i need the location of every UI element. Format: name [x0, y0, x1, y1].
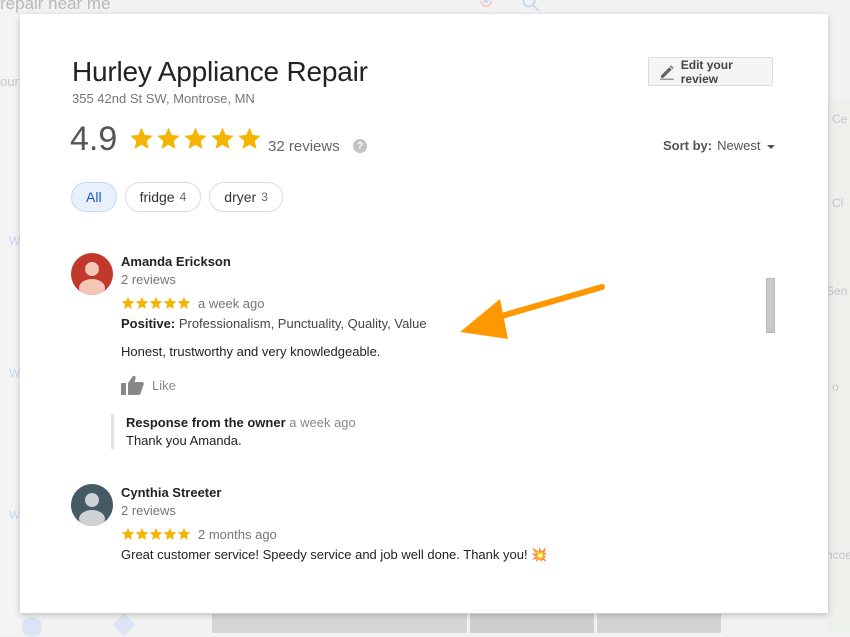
scrollbar-thumb[interactable]: [766, 278, 775, 333]
pencil-icon: [659, 64, 674, 80]
positive-label: Positive:: [121, 316, 176, 331]
star-icon: [238, 127, 261, 149]
star-icon: [121, 296, 135, 309]
star-icon: [163, 296, 177, 309]
rating-stars: [129, 126, 262, 151]
star-icon: [177, 527, 191, 540]
user-avatar-icon: [71, 253, 113, 295]
star-icon: [177, 296, 191, 309]
sort-dropdown[interactable]: Sort by: Newest: [663, 138, 776, 153]
edit-review-button[interactable]: Edit your review: [648, 57, 773, 86]
star-icon: [184, 127, 207, 149]
website-icon: [22, 617, 42, 637]
owner-response-text: Thank you Amanda.: [126, 433, 242, 448]
avatar[interactable]: [71, 484, 113, 526]
sort-label: Sort by:: [663, 138, 713, 153]
star-icon: [121, 527, 135, 540]
help-icon[interactable]: ?: [353, 139, 367, 153]
map-label: ncoe: [826, 548, 850, 562]
background-left-letter: W: [9, 234, 21, 248]
review-time: a week ago: [198, 295, 265, 311]
reviewer-name[interactable]: Cynthia Streeter: [121, 484, 721, 501]
owner-response-time: a week ago: [289, 415, 356, 430]
reviews-dialog: Hurley Appliance Repair 355 42nd St SW, …: [20, 14, 828, 613]
filter-chip-all[interactable]: All: [71, 182, 117, 212]
background-left-letter: W: [9, 366, 21, 380]
background-photo: [597, 614, 721, 633]
filter-chip-dryer[interactable]: dryer 3: [209, 182, 283, 212]
thumbs-up-icon: [121, 375, 144, 395]
star-icon: [163, 527, 177, 540]
background-photo: [212, 614, 467, 633]
user-avatar-icon: [71, 484, 113, 526]
business-name: Hurley Appliance Repair: [72, 56, 368, 87]
star-icon: [211, 127, 234, 149]
filter-chip-label: All: [86, 189, 102, 205]
filter-chip-count: 3: [261, 190, 268, 204]
background-left-panel: [0, 14, 20, 633]
annotation-arrow: [460, 284, 605, 339]
review-count: 32 reviews: [268, 138, 340, 155]
reviewer-review-count: 2 reviews: [121, 503, 176, 518]
map-label: Sen: [826, 284, 848, 298]
star-icon: [135, 527, 149, 540]
background-left-letter: W: [9, 508, 21, 522]
microphone-icon: [480, 0, 492, 7]
average-rating: 4.9: [70, 120, 118, 158]
background-search-query: repair near me: [0, 0, 111, 13]
map-label: Cl: [832, 196, 844, 210]
filter-chip-count: 4: [179, 190, 187, 204]
star-icon: [149, 296, 163, 309]
topic-filters: All fridge 4 dryer 3: [71, 182, 283, 212]
star-icon: [157, 127, 180, 149]
caret-down-icon: [767, 144, 776, 149]
star-icon: [149, 527, 163, 540]
reviewer-name[interactable]: Amanda Erickson: [121, 253, 721, 270]
review-text: Great customer service! Speedy service a…: [121, 547, 548, 562]
star-icon: [130, 127, 153, 149]
star-icon: [135, 296, 149, 309]
search-icon: [522, 0, 540, 12]
business-address: 355 42nd St SW, Montrose, MN: [72, 91, 255, 106]
filter-chip-label: fridge: [139, 189, 175, 205]
filter-chip-label: dryer: [224, 189, 257, 205]
like-button[interactable]: Like: [121, 375, 191, 395]
sort-value: Newest: [717, 138, 761, 153]
review-time: 2 months ago: [198, 526, 277, 542]
owner-response: Response from the owner a week ago Thank…: [111, 414, 721, 449]
like-label: Like: [152, 377, 176, 393]
owner-response-header: Response from the owner: [126, 415, 286, 430]
map-label: o: [832, 380, 839, 394]
background-photo: [470, 614, 594, 633]
edit-review-label: Edit your review: [680, 57, 733, 86]
background-left-text: our: [0, 74, 19, 89]
review-stars: [121, 296, 191, 310]
avatar[interactable]: [71, 253, 113, 295]
review-stars: [121, 527, 191, 541]
map-label: Ce: [832, 112, 848, 126]
positive-items: Professionalism, Punctuality, Quality, V…: [178, 316, 427, 331]
filter-chip-fridge[interactable]: fridge 4: [124, 182, 202, 212]
